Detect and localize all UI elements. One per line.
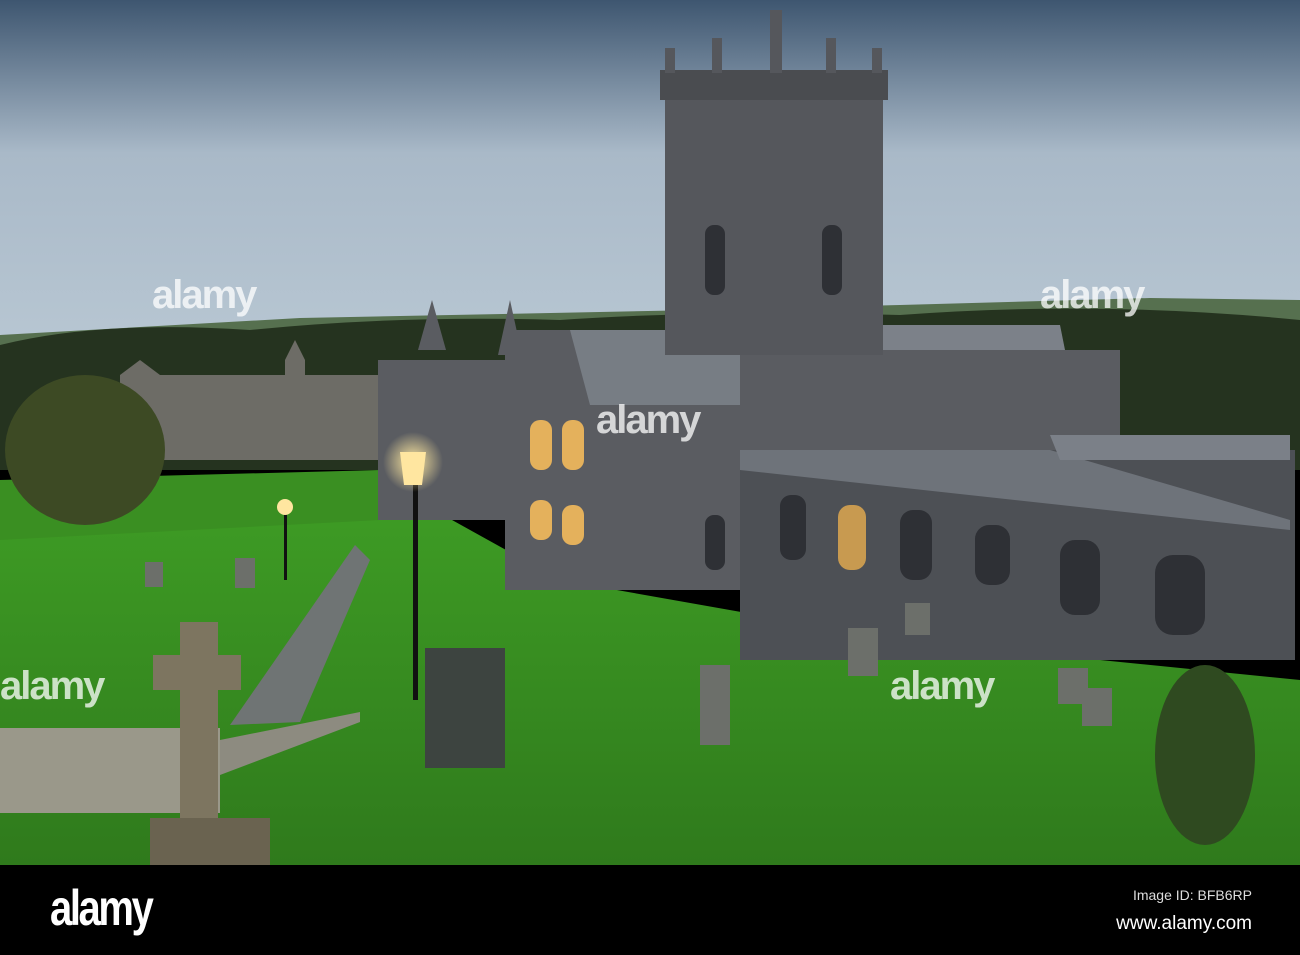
alamy-logo: alamy <box>50 880 154 936</box>
watermark: alamy <box>0 664 105 708</box>
watermark: alamy <box>596 398 701 442</box>
stock-photo-frame: alamy alamy alamy alamy alamy alamy Imag… <box>0 0 1300 955</box>
watermark: alamy <box>152 273 257 317</box>
watermark: alamy <box>890 664 995 708</box>
image-id: Image ID: BFB6RP <box>1132 887 1252 903</box>
site-url: www.alamy.com <box>1116 913 1252 934</box>
watermark: alamy <box>1040 273 1145 317</box>
footer-bar: alamy Image ID: BFB6RP www.alamy.com <box>0 865 1300 955</box>
